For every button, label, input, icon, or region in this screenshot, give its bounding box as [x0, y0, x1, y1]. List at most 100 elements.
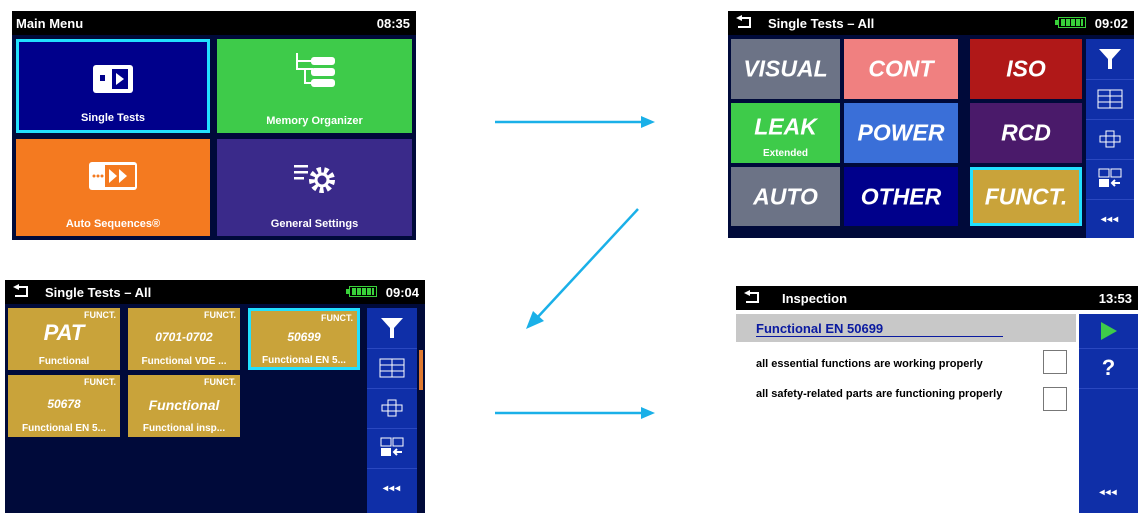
filter-icon — [381, 318, 403, 338]
memory-organizer-label: Memory Organizer — [266, 115, 363, 127]
funct-bottom-label: Functional — [38, 356, 90, 367]
scroll-indicator[interactable] — [419, 350, 423, 390]
grid-view-icon — [1097, 89, 1123, 109]
filter-button[interactable] — [367, 308, 417, 349]
funct-main-label: 0701-0702 — [155, 330, 213, 344]
tile-label: FUNCT. — [984, 183, 1068, 209]
move-icon — [381, 399, 403, 417]
inspection-item-label: all essential functions are working prop… — [756, 358, 983, 370]
more-options-icon: ◂◂◂ — [1099, 486, 1118, 498]
move-button[interactable] — [367, 388, 417, 429]
start-button[interactable] — [1079, 314, 1138, 349]
funct-flag: FUNCT. — [84, 377, 116, 387]
auto-sequences-tile[interactable]: Auto Sequences® — [16, 139, 210, 236]
funct-flag: FUNCT. — [204, 310, 236, 320]
memory-organizer-tile[interactable]: Memory Organizer — [217, 39, 412, 133]
funct-tests-title: Single Tests – All — [45, 285, 152, 300]
inspection-heading: Functional EN 50699 — [756, 321, 1004, 337]
test-tile-power[interactable]: POWER — [844, 103, 958, 163]
auto-sequences-icon — [89, 162, 137, 190]
single-tests-screen: Single Tests – All 09:02 VISUAL CONT ISO… — [728, 11, 1134, 238]
tile-label: RCD — [1001, 119, 1051, 146]
more-options-button[interactable]: ◂◂◂ — [1086, 199, 1134, 238]
funct-flag: FUNCT. — [204, 377, 236, 387]
general-settings-tile[interactable]: General Settings — [217, 139, 412, 236]
funct-flag: FUNCT. — [321, 313, 353, 323]
test-tile-visual[interactable]: VISUAL — [731, 39, 840, 99]
test-tile-rcd[interactable]: RCD — [970, 103, 1082, 163]
single-tests-icon — [93, 65, 133, 93]
test-tile-iso[interactable]: ISO — [970, 39, 1082, 99]
funct-tile-0701[interactable]: FUNCT. 0701-0702 Functional VDE ... — [128, 308, 240, 370]
move-icon — [1099, 130, 1121, 148]
main-menu-title: Main Menu — [16, 16, 84, 31]
play-icon — [1100, 322, 1117, 340]
recall-icon — [1098, 168, 1122, 187]
funct-bottom-label: Functional VDE ... — [141, 356, 227, 367]
main-menu-screen: Main Menu 08:35 Single Tests Memory Orga… — [12, 11, 416, 240]
more-options-icon: ◂◂◂ — [382, 482, 402, 494]
general-settings-label: General Settings — [270, 218, 359, 230]
test-tile-auto[interactable]: AUTO — [731, 167, 840, 226]
test-tile-cont[interactable]: CONT — [844, 39, 958, 99]
inspection-screen: Inspection 13:53 Functional EN 50699 all… — [736, 286, 1138, 513]
inspection-topbar: Inspection 13:53 — [736, 286, 1138, 310]
test-tile-leak[interactable]: LEAK Extended — [731, 103, 840, 163]
inspection-title: Inspection — [782, 291, 848, 306]
view-button[interactable] — [367, 348, 417, 389]
funct-tile-50699[interactable]: FUNCT. 50699 Functional EN 5... — [248, 308, 360, 370]
back-arrow-icon[interactable] — [744, 290, 762, 304]
more-options-button[interactable]: ◂◂◂ — [1079, 472, 1138, 512]
help-button[interactable]: ? — [1079, 348, 1138, 389]
inspection-item-checkbox[interactable] — [1043, 350, 1067, 374]
funct-main-label: 50699 — [287, 330, 321, 344]
tile-label: AUTO — [753, 183, 818, 209]
funct-main-label: 50678 — [47, 397, 81, 411]
funct-tests-sidebar: ◂◂◂ — [367, 308, 417, 513]
tile-sub-label: Extended — [762, 148, 808, 159]
back-arrow-icon[interactable] — [736, 15, 754, 29]
single-tests-topbar: Single Tests – All 09:02 — [728, 11, 1134, 35]
funct-bottom-label: Functional EN 5... — [22, 423, 106, 434]
inspection-item-checkbox[interactable] — [1043, 387, 1067, 411]
single-tests-tile[interactable]: Single Tests — [16, 39, 210, 133]
filter-button[interactable] — [1086, 39, 1134, 80]
view-button[interactable] — [1086, 79, 1134, 120]
help-icon: ? — [1101, 355, 1116, 380]
flow-arrow-diagonal — [526, 208, 639, 329]
battery-icon — [1055, 17, 1086, 28]
settings-gear-icon — [293, 165, 335, 193]
filter-icon — [1099, 49, 1121, 69]
tile-label: ISO — [1006, 55, 1046, 82]
inspection-clock: 13:53 — [1098, 291, 1132, 306]
inspection-item-label: all safety-related parts are functioning… — [756, 388, 1003, 400]
battery-icon — [346, 286, 377, 297]
more-options-button[interactable]: ◂◂◂ — [367, 468, 417, 508]
tile-label: VISUAL — [743, 55, 828, 82]
funct-bottom-label: Functional insp... — [142, 423, 226, 434]
funct-tile-50678[interactable]: FUNCT. 50678 Functional EN 5... — [8, 375, 120, 437]
funct-bottom-label: Functional EN 5... — [262, 355, 346, 366]
funct-flag: FUNCT. — [84, 310, 116, 320]
funct-tile-pat[interactable]: FUNCT. PAT Functional — [8, 308, 120, 370]
inspection-heading-bar: Functional EN 50699 — [736, 314, 1076, 342]
funct-main-label: Functional — [148, 397, 220, 413]
single-tests-title: Single Tests – All — [768, 16, 875, 31]
recall-button[interactable] — [367, 428, 417, 469]
funct-tile-functional[interactable]: FUNCT. Functional Functional insp... — [128, 375, 240, 437]
tile-label: OTHER — [860, 183, 942, 209]
test-tile-funct[interactable]: FUNCT. — [970, 167, 1082, 226]
inspection-sidebar: ? ◂◂◂ — [1079, 314, 1138, 513]
recall-button[interactable] — [1086, 159, 1134, 200]
funct-main-label: PAT — [43, 320, 85, 345]
test-tile-other[interactable]: OTHER — [844, 167, 958, 226]
funct-tests-topbar: Single Tests – All 09:04 — [5, 280, 425, 304]
back-arrow-icon[interactable] — [13, 284, 31, 298]
funct-tests-clock: 09:04 — [385, 285, 419, 300]
tile-label: POWER — [857, 119, 945, 146]
memory-tree-icon — [295, 53, 335, 87]
move-button[interactable] — [1086, 119, 1134, 160]
single-tests-label: Single Tests — [81, 112, 145, 124]
tile-label: CONT — [868, 55, 934, 82]
grid-view-icon — [379, 358, 405, 378]
